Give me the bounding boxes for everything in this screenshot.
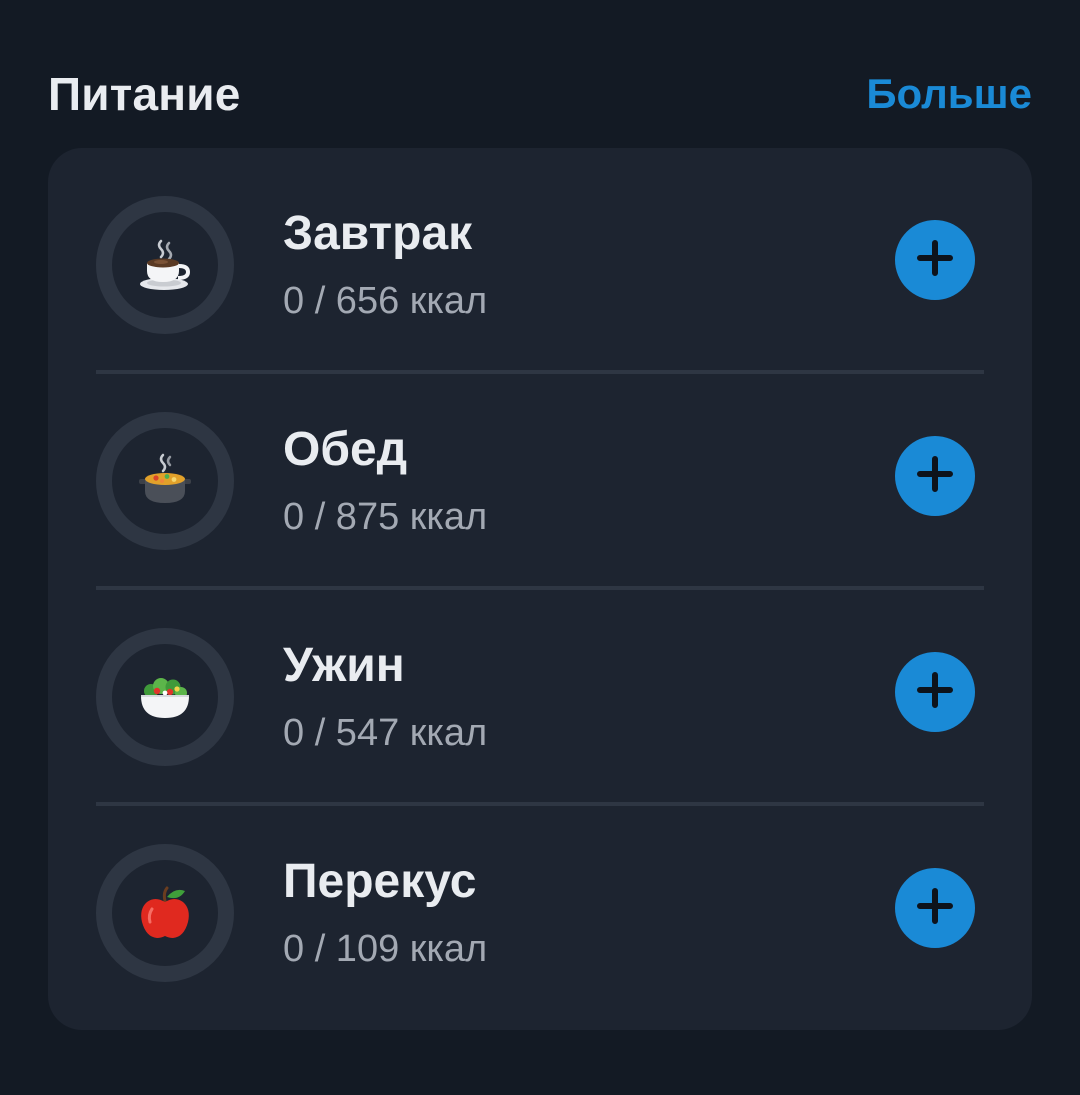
meal-row-snack[interactable]: Перекус 0 / 109 ккал xyxy=(48,796,1032,1012)
apple-icon xyxy=(137,885,193,941)
meal-name: Завтрак xyxy=(283,207,473,260)
meal-calories: 0 / 875 ккал xyxy=(283,496,488,538)
meal-progress-ring xyxy=(96,412,234,550)
section-header: Питание Больше xyxy=(48,62,1032,126)
meal-calories: 0 / 547 ккал xyxy=(283,712,488,754)
coffee-cup-icon xyxy=(137,237,193,293)
meal-row-breakfast[interactable]: Завтрак 0 / 656 ккал xyxy=(48,148,1032,364)
add-snack-button[interactable] xyxy=(895,868,975,948)
meal-row-lunch[interactable]: Обед 0 / 875 ккал xyxy=(48,364,1032,580)
meal-calories: 0 / 109 ккал xyxy=(283,928,488,970)
meal-progress-ring xyxy=(96,196,234,334)
plus-icon xyxy=(915,886,955,931)
more-link[interactable]: Больше xyxy=(866,70,1032,118)
plus-icon xyxy=(915,454,955,499)
add-breakfast-button[interactable] xyxy=(895,220,975,300)
nutrition-screen: Питание Больше Завтрак 0 / 656 ккал Обед… xyxy=(0,0,1080,1095)
add-dinner-button[interactable] xyxy=(895,652,975,732)
meal-row-dinner[interactable]: Ужин 0 / 547 ккал xyxy=(48,580,1032,796)
meal-name: Обед xyxy=(283,423,408,476)
meal-progress-ring xyxy=(96,844,234,982)
plus-icon xyxy=(915,670,955,715)
pot-of-food-icon xyxy=(137,453,193,509)
meal-name: Ужин xyxy=(283,639,405,692)
salad-bowl-icon xyxy=(137,669,193,725)
meal-name: Перекус xyxy=(283,855,477,908)
section-title: Питание xyxy=(48,68,241,120)
meals-card: Завтрак 0 / 656 ккал Обед 0 / 875 ккал У… xyxy=(48,148,1032,1030)
add-lunch-button[interactable] xyxy=(895,436,975,516)
meal-progress-ring xyxy=(96,628,234,766)
plus-icon xyxy=(915,238,955,283)
meal-calories: 0 / 656 ккал xyxy=(283,280,488,322)
